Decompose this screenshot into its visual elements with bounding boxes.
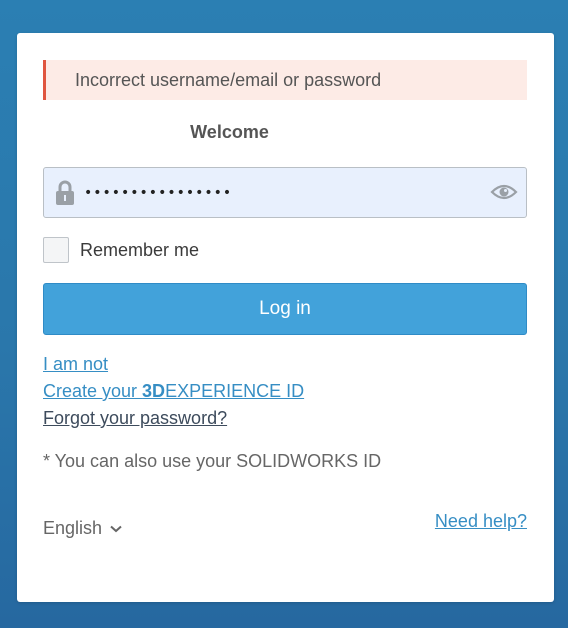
create-id-suffix: EXPERIENCE ID xyxy=(165,381,305,401)
account-links: I am not Create your 3DEXPERIENCE ID For… xyxy=(43,351,304,432)
welcome-heading: Welcome xyxy=(190,122,269,142)
solidworks-note: * You can also use your SOLIDWORKS ID xyxy=(43,451,382,471)
need-help-link[interactable]: Need help? xyxy=(435,511,527,532)
remember-me[interactable]: Remember me xyxy=(43,237,199,263)
forgot-password-link[interactable]: Forgot your password? xyxy=(43,405,304,432)
remember-me-checkbox[interactable] xyxy=(43,237,69,263)
password-field[interactable] xyxy=(43,167,527,218)
eye-icon[interactable] xyxy=(490,182,518,202)
not-me-link[interactable]: I am not xyxy=(43,351,304,378)
error-message: Incorrect username/email or password xyxy=(75,69,382,90)
create-id-link[interactable]: Create your 3DEXPERIENCE ID xyxy=(43,378,304,405)
chevron-down-icon[interactable] xyxy=(110,525,122,533)
language-label[interactable]: English xyxy=(43,518,102,539)
login-card: Incorrect username/email or password Wel… xyxy=(17,33,554,602)
login-button[interactable]: Log in xyxy=(43,283,527,335)
create-id-brand: 3D xyxy=(142,381,166,401)
password-input[interactable] xyxy=(84,168,484,217)
create-id-prefix: Create your xyxy=(43,381,143,401)
remember-me-label[interactable]: Remember me xyxy=(80,240,199,261)
lock-icon xyxy=(56,180,74,205)
language-selector[interactable]: English xyxy=(43,518,122,539)
error-alert: Incorrect username/email or password xyxy=(43,60,527,100)
